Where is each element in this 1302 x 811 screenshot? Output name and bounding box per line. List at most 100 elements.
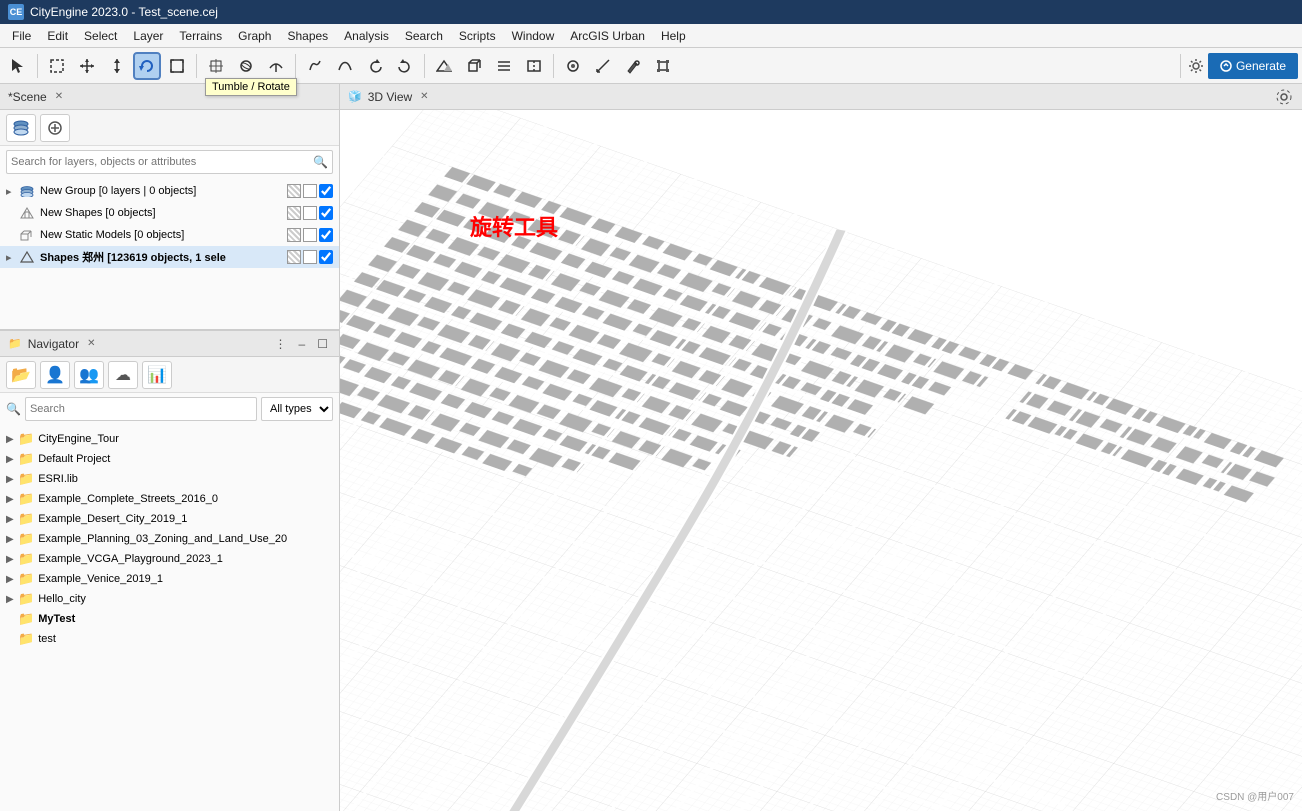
nav-person-btn[interactable]: 👤 xyxy=(40,361,70,389)
menu-window[interactable]: Window xyxy=(504,27,563,45)
menu-search[interactable]: Search xyxy=(397,27,451,45)
add-layer-btn[interactable] xyxy=(40,114,70,142)
tree-item[interactable]: ▶ 📁 Example_Planning_03_Zoning_and_Land_… xyxy=(0,529,339,549)
tree-item[interactable]: ▶ 📁 ESRI.lib xyxy=(0,469,339,489)
curve-shape-tool[interactable] xyxy=(331,52,359,80)
toolbar: Generate xyxy=(0,48,1302,84)
menu-layer[interactable]: Layer xyxy=(125,27,171,45)
settings-icon[interactable] xyxy=(1184,52,1208,80)
layer-expand-2[interactable]: ▸ xyxy=(6,207,18,220)
undo-shape-tool[interactable] xyxy=(361,52,389,80)
pan-nav-tool[interactable] xyxy=(202,52,230,80)
menu-graph[interactable]: Graph xyxy=(230,27,279,45)
layer-stack-btn[interactable] xyxy=(6,114,36,142)
draw-shape-tool[interactable] xyxy=(301,52,329,80)
tree-expand[interactable]: ▶ xyxy=(6,454,18,465)
navigator-search-input[interactable] xyxy=(25,397,257,421)
generate-button[interactable]: Generate xyxy=(1208,53,1298,79)
tree-item[interactable]: ▶ 📁 CityEngine_Tour xyxy=(0,429,339,449)
texture-tool[interactable] xyxy=(559,52,587,80)
align-tool[interactable] xyxy=(490,52,518,80)
menu-arcgis-urban[interactable]: ArcGIS Urban xyxy=(562,27,653,45)
zoom-extend-tool[interactable] xyxy=(163,52,191,80)
view-tab-close[interactable]: ✕ xyxy=(420,91,428,102)
height-tool[interactable] xyxy=(103,52,131,80)
nav-group-btn[interactable]: 👥 xyxy=(74,361,104,389)
app-icon: CE xyxy=(8,4,24,20)
box-tool[interactable] xyxy=(460,52,488,80)
tree-item[interactable]: ▶ 📁 Example_VCGA_Playground_2023_1 xyxy=(0,549,339,569)
menu-file[interactable]: File xyxy=(4,27,39,45)
toolbar-right: Generate xyxy=(1177,52,1298,80)
tree-item[interactable]: ▶ 📁 Example_Complete_Streets_2016_0 xyxy=(0,489,339,509)
scene-search: 🔍 xyxy=(6,150,333,174)
layer-item[interactable]: ▸ New Static Models [0 objects] xyxy=(0,224,339,246)
layer-item[interactable]: ▸ New Shapes [0 objects] xyxy=(0,202,339,224)
tree-expand[interactable]: ▶ xyxy=(6,474,18,485)
nav-tab-right: ⋮ – ☐ xyxy=(272,336,331,352)
tree-expand[interactable]: ▶ xyxy=(6,574,18,585)
navigator-type-select[interactable]: All types Projects Folders Files xyxy=(261,397,333,421)
layer-visible-2[interactable] xyxy=(319,206,333,220)
tree-item[interactable]: ▶ 📁 Example_Venice_2019_1 xyxy=(0,569,339,589)
fly-nav-tool[interactable] xyxy=(262,52,290,80)
paint-tool[interactable] xyxy=(619,52,647,80)
navigator-tab-label: Navigator xyxy=(28,337,79,351)
menu-edit[interactable]: Edit xyxy=(39,27,76,45)
tree-expand[interactable]: ▶ xyxy=(6,594,18,605)
layer-expand-4[interactable]: ▸ xyxy=(6,251,18,264)
layer-visible-4[interactable] xyxy=(319,250,333,264)
menu-select[interactable]: Select xyxy=(76,27,125,45)
tree-item[interactable]: ▶ 📁 Example_Desert_City_2019_1 xyxy=(0,509,339,529)
viewport[interactable]: 旋转工具 CSDN @用户007 xyxy=(340,110,1302,811)
layer-item[interactable]: ▸ Shapes 郑州 [123619 objects, 1 sele xyxy=(0,246,339,268)
nav-cloud-btn[interactable]: ☁ xyxy=(108,361,138,389)
tumble-tool[interactable] xyxy=(133,52,161,80)
tree-expand[interactable]: ▶ xyxy=(6,514,18,525)
tree-item[interactable]: ▶ 📁 MyTest xyxy=(0,609,339,629)
tree-item[interactable]: ▶ 📁 Hello_city xyxy=(0,589,339,609)
folder-icon: 📁 xyxy=(18,591,34,607)
marquee-tool[interactable] xyxy=(43,52,71,80)
nav-menu-btn[interactable]: ⋮ xyxy=(272,336,290,352)
layer-expand-3[interactable]: ▸ xyxy=(6,229,18,242)
measure-tool[interactable] xyxy=(589,52,617,80)
tree-name: Example_Desert_City_2019_1 xyxy=(38,513,187,525)
select-tool[interactable] xyxy=(4,52,32,80)
folder-icon: 📁 xyxy=(18,491,34,507)
tree-item[interactable]: ▶ 📁 Default Project xyxy=(0,449,339,469)
layer-visible-1[interactable] xyxy=(319,184,333,198)
orbit-nav-tool[interactable] xyxy=(232,52,260,80)
folder-icon: 📁 xyxy=(18,551,34,567)
layer-item[interactable]: ▸ New Group [0 layers | 0 objects] xyxy=(0,180,339,202)
nav-maximize-btn[interactable]: ☐ xyxy=(314,336,331,352)
transform-tool[interactable] xyxy=(649,52,677,80)
layer-expand-1[interactable]: ▸ xyxy=(6,185,18,198)
folder-icon: 📁 xyxy=(18,611,34,627)
navigator-tab-close[interactable]: ✕ xyxy=(87,338,95,349)
tree-item[interactable]: ▶ 📁 test xyxy=(0,629,339,649)
nav-minimize-btn[interactable]: – xyxy=(296,336,309,352)
tree-expand[interactable]: ▶ xyxy=(6,434,18,445)
view-settings-icon[interactable] xyxy=(1274,87,1294,107)
menu-shapes[interactable]: Shapes xyxy=(279,27,336,45)
tree-expand[interactable]: ▶ xyxy=(6,554,18,565)
layer-visible-3[interactable] xyxy=(319,228,333,242)
scene-tab-close[interactable]: ✕ xyxy=(55,91,63,102)
redo-shape-tool[interactable] xyxy=(391,52,419,80)
layer-shapes-icon xyxy=(18,206,36,220)
nav-chart-btn[interactable]: 📊 xyxy=(142,361,172,389)
nav-local-folder-btn[interactable]: 📂 xyxy=(6,361,36,389)
tree-expand[interactable]: ▶ xyxy=(6,534,18,545)
scene-toolbar xyxy=(0,110,339,146)
menu-terrains[interactable]: Terrains xyxy=(171,27,230,45)
menu-scripts[interactable]: Scripts xyxy=(451,27,504,45)
split-tool[interactable] xyxy=(520,52,548,80)
menu-help[interactable]: Help xyxy=(653,27,694,45)
scene-search-input[interactable] xyxy=(7,156,309,168)
tree-expand[interactable]: ▶ xyxy=(6,494,18,505)
tree-expand: ▶ xyxy=(6,634,18,645)
move-tool[interactable] xyxy=(73,52,101,80)
menu-analysis[interactable]: Analysis xyxy=(336,27,397,45)
terrain-tool[interactable] xyxy=(430,52,458,80)
